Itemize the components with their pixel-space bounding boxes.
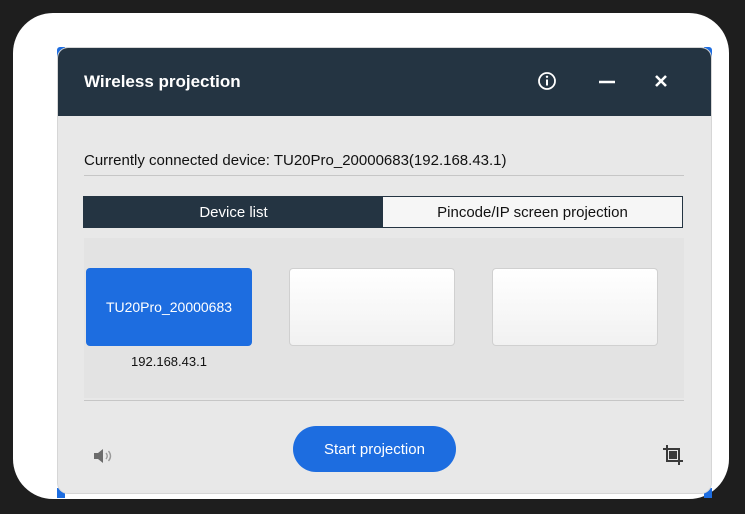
speaker-icon — [94, 449, 112, 463]
minimize-button[interactable] — [594, 68, 620, 94]
crop-icon — [663, 445, 683, 465]
screen-crop-button[interactable] — [662, 444, 684, 466]
window-title: Wireless projection — [84, 72, 241, 91]
device-item — [289, 238, 455, 378]
device-item: TU20Pro_20000683 192.168.43.1 — [86, 238, 252, 378]
tab-bar: Device list Pincode/IP screen projection — [83, 196, 683, 228]
device-card-empty[interactable] — [492, 268, 658, 346]
info-button[interactable] — [534, 68, 560, 94]
divider — [84, 400, 684, 401]
device-list: TU20Pro_20000683 192.168.43.1 — [84, 238, 684, 398]
info-circle-icon — [538, 72, 556, 90]
device-ip: 192.168.43.1 — [131, 354, 207, 369]
tab-device-list[interactable]: Device list — [84, 197, 383, 227]
minimize-icon — [599, 80, 615, 84]
volume-button[interactable] — [92, 446, 116, 466]
device-card[interactable]: TU20Pro_20000683 — [86, 268, 252, 346]
screen: Wireless projection Currently connected … — [0, 0, 745, 514]
start-projection-button[interactable]: Start projection — [293, 426, 456, 472]
device-item — [492, 238, 658, 378]
title-bar: Wireless projection — [58, 48, 711, 116]
device-card-empty[interactable] — [289, 268, 455, 346]
close-button[interactable] — [648, 68, 674, 94]
tab-pincode-ip-projection[interactable]: Pincode/IP screen projection — [383, 197, 682, 227]
wireless-projection-window: Wireless projection Currently connected … — [58, 48, 711, 493]
close-icon — [655, 75, 667, 87]
divider — [84, 175, 684, 176]
connected-device-label: Currently connected device: TU20Pro_2000… — [84, 152, 507, 169]
